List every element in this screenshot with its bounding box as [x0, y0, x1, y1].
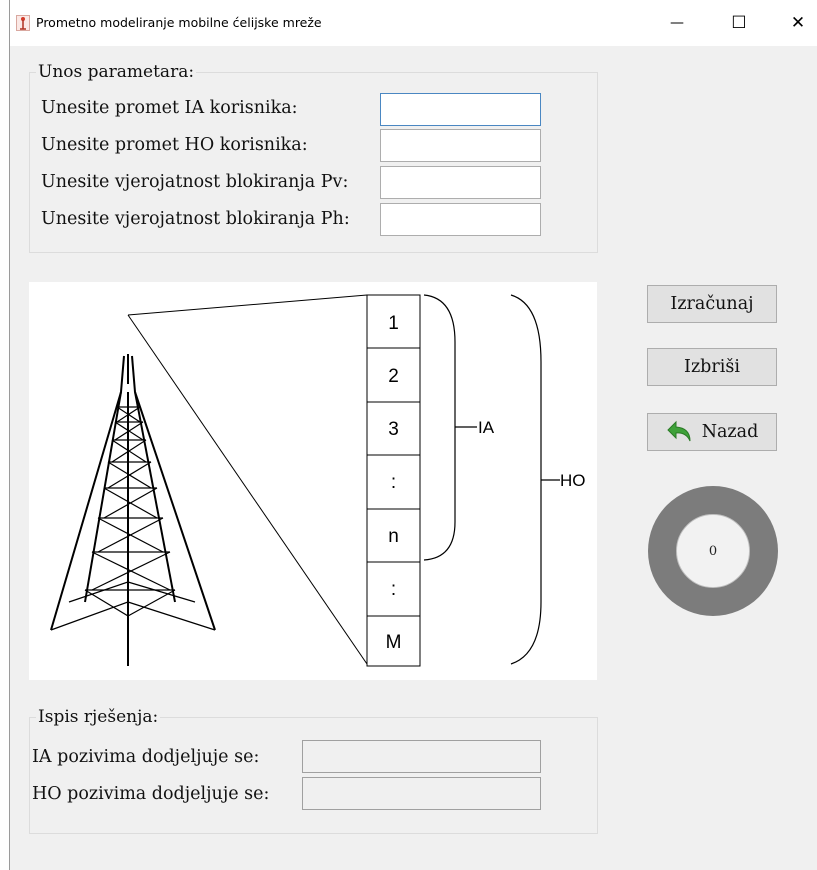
close-icon: ✕	[790, 13, 806, 33]
ho-brace-label: HO	[560, 471, 586, 490]
cell-channel-diagram: 1 2 3 : n : M IA HO	[29, 282, 597, 680]
ia-result-label: IA pozivima dodjeljuje se:	[32, 747, 260, 767]
channel-label: 1	[388, 313, 399, 334]
pv-probability-label: Unesite vjerojatnost blokiranja Pv:	[41, 172, 349, 192]
ia-traffic-input[interactable]	[380, 93, 541, 126]
ho-traffic-input[interactable]	[380, 129, 541, 162]
ho-traffic-label: Unesite promet HO korisnika:	[41, 135, 308, 155]
channel-label: n	[388, 526, 399, 547]
channel-label: 2	[388, 366, 399, 387]
minimize-icon: —	[670, 15, 684, 31]
dial-knob[interactable]: 0	[676, 514, 750, 588]
ph-probability-input[interactable]	[380, 203, 541, 236]
output-group-legend: Ispis rješenja:	[38, 707, 159, 727]
coverage-line-bottom	[127, 314, 368, 665]
ia-brace-label: IA	[478, 418, 495, 437]
back-arrow-icon	[666, 419, 694, 445]
channel-label: :	[391, 472, 396, 493]
channel-label: :	[391, 579, 396, 600]
minimize-button[interactable]: —	[654, 6, 700, 40]
dial-value: 0	[708, 543, 718, 559]
maximize-icon: ☐	[731, 13, 747, 33]
channel-label: M	[386, 632, 402, 653]
ho-result-label: HO pozivima dodjeljuje se:	[32, 784, 270, 804]
clear-button-label: Izbriši	[684, 357, 740, 377]
close-button[interactable]: ✕	[775, 6, 817, 40]
ia-result-output[interactable]	[302, 740, 541, 773]
ia-brace	[423, 294, 456, 561]
pv-probability-input[interactable]	[380, 166, 541, 199]
tower-channels-illustration: 1 2 3 : n : M IA HO	[50, 294, 586, 667]
calculate-button[interactable]: Izračunaj	[647, 285, 777, 323]
clear-button[interactable]: Izbriši	[647, 348, 777, 386]
app-window: Prometno modeliranje mobilne ćelijske mr…	[9, 0, 817, 870]
back-button[interactable]: Nazad	[647, 413, 777, 451]
antenna-icon	[16, 15, 30, 31]
input-group-legend: Unos parametara:	[38, 62, 195, 82]
window-title: Prometno modeliranje mobilne ćelijske mr…	[36, 15, 322, 30]
back-button-label: Nazad	[701, 422, 759, 442]
ph-probability-label: Unesite vjerojatnost blokiranja Ph:	[41, 209, 350, 229]
title-bar: Prometno modeliranje mobilne ćelijske mr…	[10, 0, 817, 46]
rotary-dial[interactable]: 0	[648, 486, 778, 616]
coverage-line-top	[127, 294, 368, 316]
channel-column: 1 2 3 : n : M	[366, 294, 421, 667]
calculate-button-label: Izračunaj	[670, 294, 754, 314]
ho-result-output[interactable]	[302, 777, 541, 810]
maximize-button[interactable]: ☐	[716, 6, 762, 40]
channel-label: 3	[388, 419, 399, 440]
antenna-tower-icon	[50, 354, 216, 666]
ia-traffic-label: Unesite promet IA korisnika:	[41, 98, 298, 118]
ho-brace	[510, 294, 542, 665]
